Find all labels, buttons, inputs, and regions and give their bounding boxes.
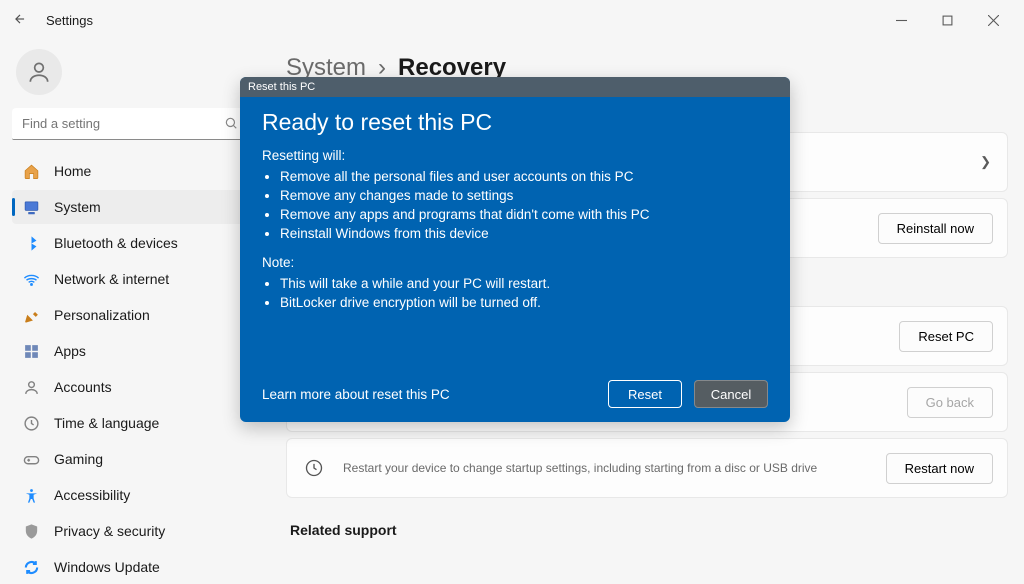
accounts-icon	[22, 378, 40, 396]
sidebar: Home System Bluetooth & devices Network …	[0, 40, 260, 538]
minimize-button[interactable]	[878, 3, 924, 37]
sidebar-item-bluetooth[interactable]: Bluetooth & devices	[12, 226, 248, 260]
resetting-list: Remove all the personal files and user a…	[262, 169, 768, 245]
sidebar-item-system[interactable]: System	[12, 190, 248, 224]
reset-button[interactable]: Reset	[608, 380, 682, 408]
sidebar-item-apps[interactable]: Apps	[12, 334, 248, 368]
reset-pc-button[interactable]: Reset PC	[899, 321, 993, 352]
sidebar-item-label: Accessibility	[54, 487, 130, 503]
gaming-icon	[22, 450, 40, 468]
list-item: Remove any changes made to settings	[280, 188, 768, 203]
cancel-button[interactable]: Cancel	[694, 380, 768, 408]
note-list: This will take a while and your PC will …	[262, 276, 768, 314]
back-button[interactable]	[8, 12, 32, 29]
sidebar-item-label: Home	[54, 163, 91, 179]
time-icon	[22, 414, 40, 432]
card-subtitle: Restart your device to change startup se…	[343, 461, 886, 475]
sidebar-item-update[interactable]: Windows Update	[12, 550, 248, 584]
update-icon	[22, 558, 40, 576]
related-heading: Related support	[290, 522, 1008, 538]
apps-icon	[22, 342, 40, 360]
sidebar-item-label: Privacy & security	[54, 523, 165, 539]
sidebar-item-accounts[interactable]: Accounts	[12, 370, 248, 404]
sidebar-item-accessibility[interactable]: Accessibility	[12, 478, 248, 512]
window-title: Settings	[46, 13, 93, 28]
sidebar-item-network[interactable]: Network & internet	[12, 262, 248, 296]
go-back-button: Go back	[907, 387, 993, 418]
list-item: Remove any apps and programs that didn't…	[280, 207, 768, 222]
sidebar-item-label: Network & internet	[54, 271, 169, 287]
system-icon	[22, 198, 40, 216]
note-label: Note:	[262, 255, 768, 270]
search-input[interactable]	[12, 108, 248, 140]
search-wrap	[12, 108, 248, 140]
restart-icon	[301, 455, 327, 481]
user-row[interactable]	[12, 42, 248, 102]
learn-more-link[interactable]: Learn more about reset this PC	[262, 387, 450, 402]
sidebar-item-gaming[interactable]: Gaming	[12, 442, 248, 476]
card-advanced-startup: Restart your device to change startup se…	[286, 438, 1008, 498]
bluetooth-icon	[22, 234, 40, 252]
search-icon	[224, 116, 238, 133]
resetting-label: Resetting will:	[262, 148, 768, 163]
title-bar: Settings	[0, 0, 1024, 40]
list-item: BitLocker drive encryption will be turne…	[280, 295, 768, 310]
sidebar-item-label: Gaming	[54, 451, 103, 467]
accessibility-icon	[22, 486, 40, 504]
sidebar-item-label: Accounts	[54, 379, 112, 395]
dialog-caption: Reset this PC	[240, 77, 790, 97]
list-item: Reinstall Windows from this device	[280, 226, 768, 241]
avatar	[16, 49, 62, 95]
sidebar-item-label: System	[54, 199, 101, 215]
reinstall-now-button[interactable]: Reinstall now	[878, 213, 993, 244]
network-icon	[22, 270, 40, 288]
close-button[interactable]	[970, 3, 1016, 37]
sidebar-item-label: Time & language	[54, 415, 159, 431]
sidebar-item-label: Windows Update	[54, 559, 160, 575]
dialog-title: Ready to reset this PC	[262, 109, 768, 136]
personalization-icon	[22, 306, 40, 324]
shield-icon	[22, 522, 40, 540]
sidebar-item-personalization[interactable]: Personalization	[12, 298, 248, 332]
sidebar-item-home[interactable]: Home	[12, 154, 248, 188]
maximize-button[interactable]	[924, 3, 970, 37]
home-icon	[22, 162, 40, 180]
reset-dialog: Reset this PC Ready to reset this PC Res…	[240, 77, 790, 422]
list-item: Remove all the personal files and user a…	[280, 169, 768, 184]
sidebar-item-time[interactable]: Time & language	[12, 406, 248, 440]
restart-now-button[interactable]: Restart now	[886, 453, 993, 484]
sidebar-item-label: Bluetooth & devices	[54, 235, 178, 251]
chevron-right-icon: ❯	[980, 154, 993, 170]
sidebar-item-label: Personalization	[54, 307, 150, 323]
list-item: This will take a while and your PC will …	[280, 276, 768, 291]
nav-list: Home System Bluetooth & devices Network …	[12, 154, 248, 584]
sidebar-item-label: Apps	[54, 343, 86, 359]
sidebar-item-privacy[interactable]: Privacy & security	[12, 514, 248, 548]
